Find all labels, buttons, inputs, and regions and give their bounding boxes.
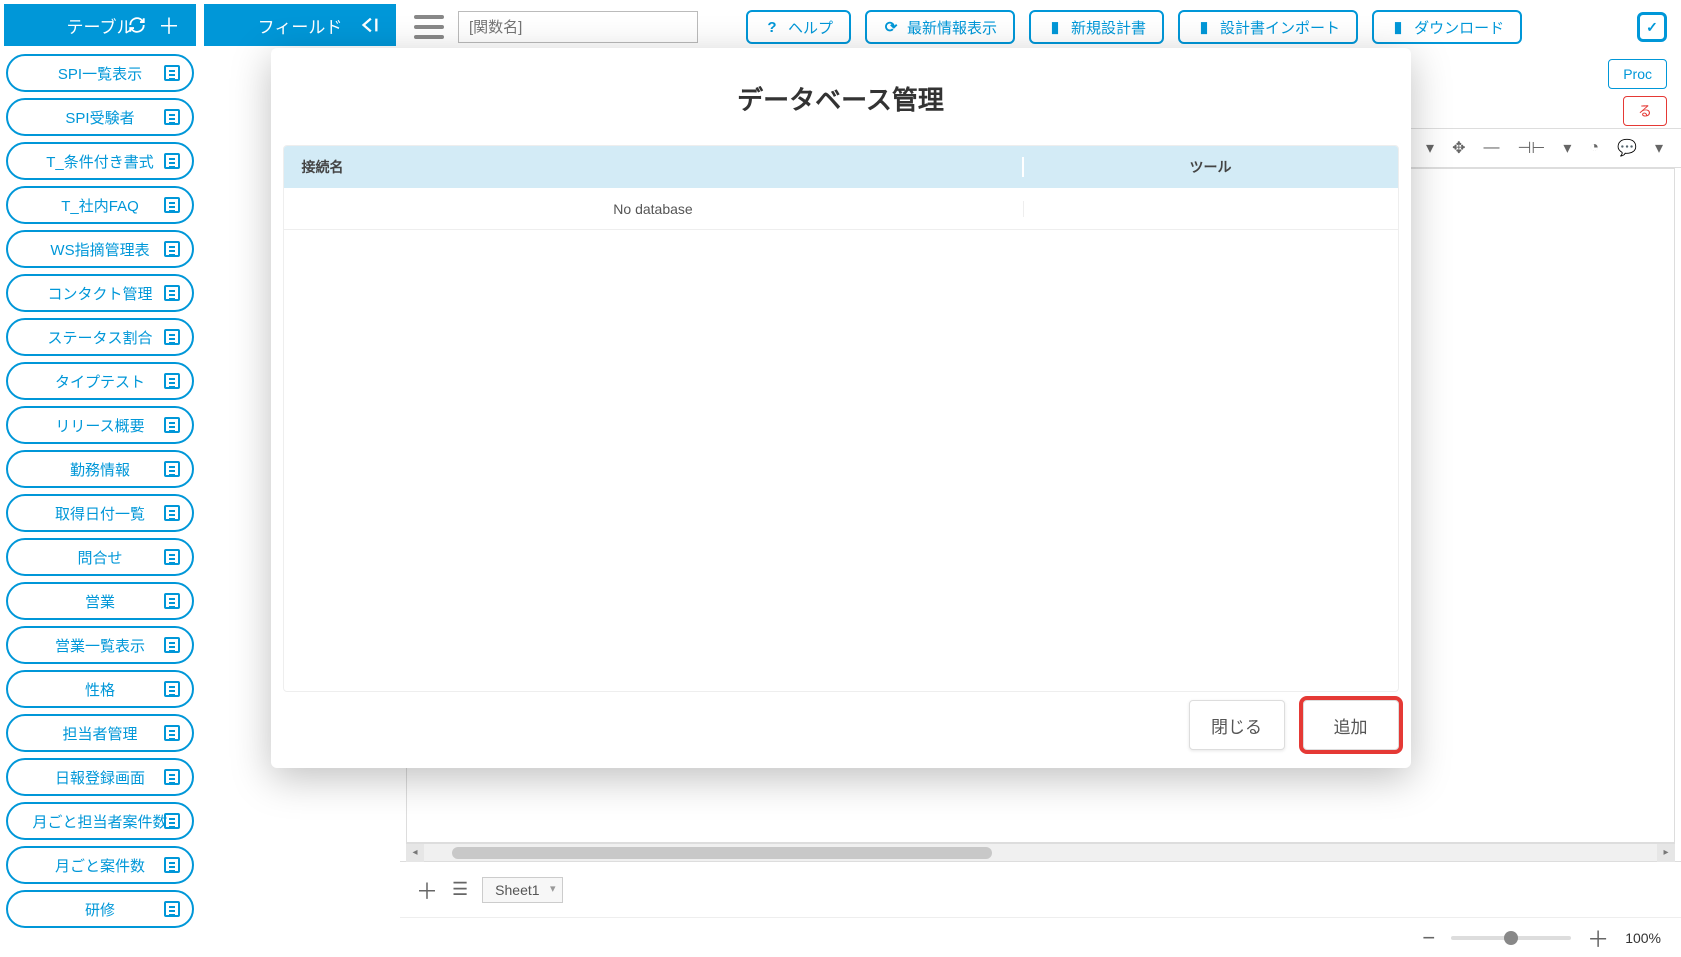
col-tool: ツール [1024, 157, 1398, 177]
db-table: 接続名 ツール No database [283, 145, 1399, 692]
col-connection-name: 接続名 [284, 157, 1024, 177]
close-button[interactable]: 閉じる [1189, 700, 1285, 750]
empty-db-cell: No database [284, 201, 1024, 217]
table-row: No database [284, 188, 1398, 230]
add-button[interactable]: 追加 [1303, 700, 1399, 750]
modal-title: データベース管理 [279, 80, 1403, 117]
database-modal: データベース管理 接続名 ツール No database 閉じる 追加 [271, 48, 1411, 768]
modal-overlay: データベース管理 接続名 ツール No database 閉じる 追加 [0, 0, 1681, 957]
